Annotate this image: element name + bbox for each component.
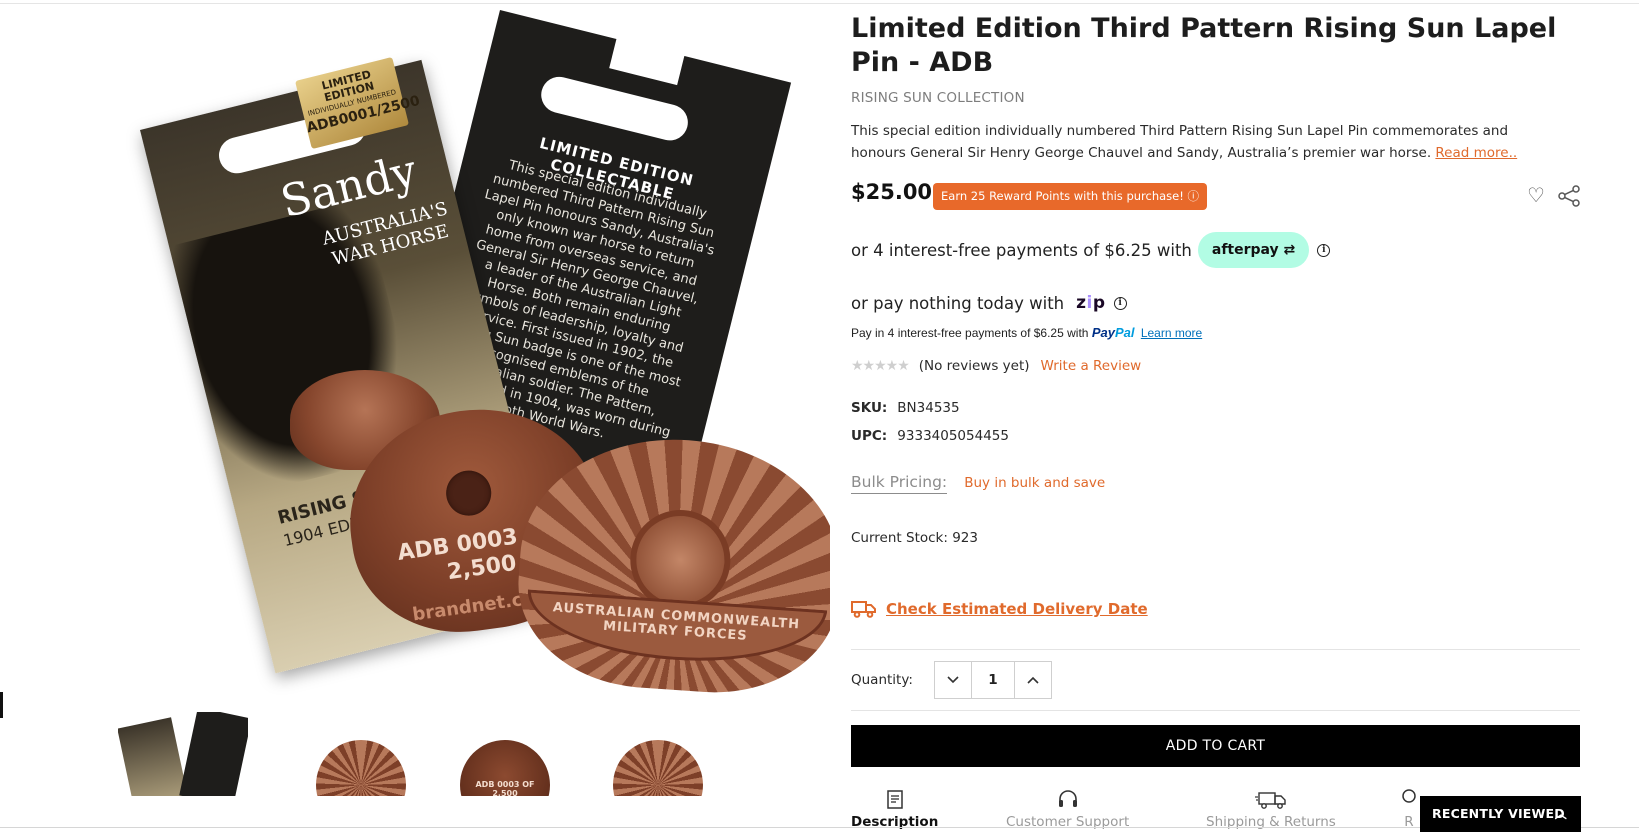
tab-description[interactable]: Description (851, 788, 938, 830)
quantity-stepper: 1 (934, 661, 1052, 699)
share-icon[interactable] (1557, 184, 1581, 208)
add-to-cart-button[interactable]: ADD TO CART (851, 725, 1580, 767)
zip-logo[interactable]: zip (1076, 293, 1105, 313)
thumbnail-strip: ADB 0003 OF 2,500 (118, 712, 718, 796)
product-title: Limited Edition Third Pattern Rising Sun… (851, 13, 1557, 78)
chevron-up-icon: ︿ (1554, 807, 1567, 821)
bulk-pricing-label[interactable]: Bulk Pricing: (851, 473, 948, 494)
afterpay-row: or 4 interest-free payments of $6.25 wit… (851, 232, 1331, 268)
rating-stars: ★★★★★ (851, 358, 910, 374)
thumbnail-1[interactable] (118, 712, 248, 796)
reviews-row: ★★★★★ (No reviews yet) Write a Review (851, 358, 1141, 374)
document-icon (886, 790, 903, 809)
recently-viewed-label: RECENTLY VIEWED (1432, 806, 1565, 821)
quantity-label: Quantity: (851, 672, 913, 688)
reward-points-badge[interactable]: Earn 25 Reward Points with this purchase… (933, 183, 1208, 210)
write-review-link[interactable]: Write a Review (1041, 358, 1142, 374)
quantity-input[interactable]: 1 (971, 662, 1015, 698)
bottom-divider (0, 827, 1639, 828)
pin-scroll: AUSTRALIAN COMMONWEALTH MILITARY FORCES (523, 589, 828, 671)
delivery-row: Check Estimated Delivery Date (851, 600, 1148, 618)
divider (851, 649, 1580, 650)
current-stock: Current Stock: 923 (851, 530, 978, 546)
product-main-image[interactable]: LIMITED EDITION COLLECTABLE This special… (60, 0, 830, 725)
upc-label: UPC: (851, 428, 888, 444)
afterpay-info-icon[interactable]: i (1317, 243, 1331, 257)
zip-info-icon[interactable]: i (1113, 296, 1127, 310)
recently-viewed-button[interactable]: RECENTLY VIEWED ︿ (1420, 796, 1581, 832)
tab-reviews[interactable]: R (1399, 788, 1419, 830)
sku-label: SKU: (851, 400, 888, 416)
zip-row: or pay nothing today with zip i (851, 290, 1127, 316)
zip-text: or pay nothing today with (851, 293, 1065, 313)
paypal-row: Pay in 4 interest-free payments of $6.25… (851, 325, 1202, 340)
bulk-pricing-link[interactable]: Buy in bulk and save (964, 475, 1105, 491)
reviews-status: (No reviews yet) (918, 358, 1030, 374)
check-delivery-link[interactable]: Check Estimated Delivery Date (886, 600, 1148, 618)
paypal-logo: PayPal (1091, 325, 1135, 340)
decrease-quantity-button[interactable] (935, 662, 971, 698)
bulk-pricing-row: Bulk Pricing: Buy in bulk and save (851, 472, 1105, 494)
thumbnail-2[interactable] (296, 712, 426, 796)
upc-row: UPC: 9333405054455 (851, 428, 1009, 444)
tab-shipping-returns[interactable]: Shipping & Returns (1206, 788, 1336, 830)
wishlist-heart-icon[interactable]: ♡ (1525, 184, 1547, 206)
upc-value: 9333405054455 (897, 428, 1009, 444)
divider (851, 710, 1580, 711)
product-info: Limited Edition Third Pattern Rising Sun… (851, 12, 1581, 164)
product-collection[interactable]: RISING SUN COLLECTION (851, 90, 1581, 106)
quantity-row: Quantity: 1 (851, 661, 1052, 699)
afterpay-text: or 4 interest-free payments of $6.25 wit… (851, 240, 1192, 260)
increase-quantity-button[interactable] (1015, 662, 1051, 698)
thumbnail-4[interactable] (593, 712, 723, 796)
delivery-truck-icon (1254, 792, 1286, 809)
truck-icon (851, 601, 876, 618)
sku-value: BN34535 (897, 400, 960, 416)
read-more-link[interactable]: Read more.. (1435, 145, 1517, 161)
thumbnail-3[interactable]: ADB 0003 OF 2,500 (440, 712, 570, 796)
edge-marker (0, 692, 3, 718)
product-description: This special edition individually number… (851, 123, 1518, 161)
paypal-learn-more-link[interactable]: Learn more (1141, 326, 1202, 340)
chevron-up-icon (1027, 676, 1039, 684)
chevron-down-icon (947, 676, 959, 684)
paypal-text: Pay in 4 interest-free payments of $6.25… (851, 326, 1089, 340)
product-gallery: LIMITED EDITION COLLECTABLE This special… (0, 0, 830, 832)
tab-customer-support[interactable]: Customer Support (1006, 788, 1129, 830)
sku-row: SKU: BN34535 (851, 400, 960, 416)
review-icon (1402, 789, 1416, 803)
product-price: $25.00 (851, 180, 933, 204)
afterpay-logo[interactable]: afterpay ⇄ (1197, 232, 1310, 268)
price-row: $25.00 Earn 25 Reward Points with this p… (851, 180, 1581, 212)
headset-icon (1058, 790, 1077, 807)
